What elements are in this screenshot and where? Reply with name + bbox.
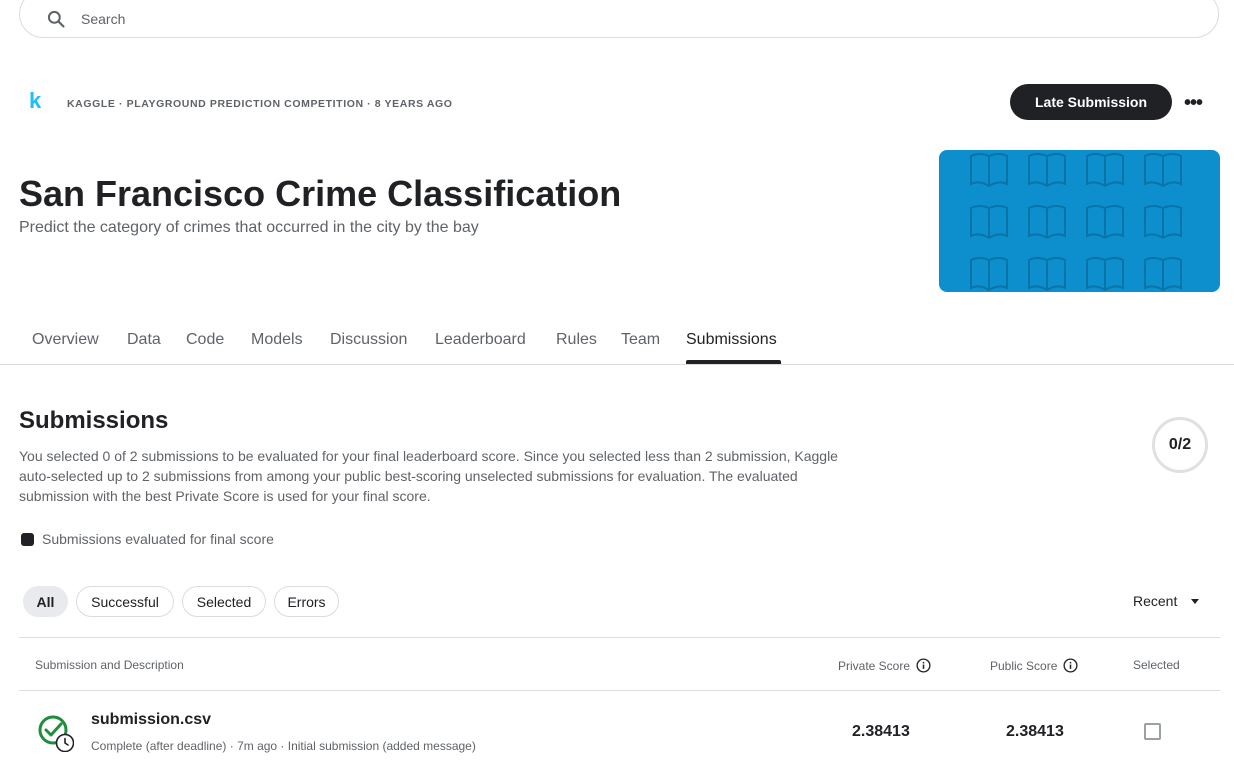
tab-bar: Overview Data Code Models Discussion Lea…: [0, 320, 1234, 365]
filter-all[interactable]: All: [23, 586, 68, 617]
competition-meta: KAGGLE · PLAYGROUND PREDICTION COMPETITI…: [67, 98, 453, 110]
info-icon[interactable]: [1063, 658, 1078, 673]
tab-code[interactable]: Code: [186, 331, 224, 349]
more-options-icon[interactable]: •••: [1184, 92, 1203, 115]
tab-rules[interactable]: Rules: [556, 331, 597, 349]
info-icon[interactable]: [916, 658, 931, 673]
tab-overview[interactable]: Overview: [32, 331, 99, 349]
submission-description: Complete (after deadline) · 7m ago · Ini…: [91, 739, 476, 753]
search-bar[interactable]: Search: [19, 0, 1219, 38]
caret-down-icon: [1191, 598, 1200, 604]
search-icon: [47, 10, 65, 28]
sort-label: Recent: [1133, 593, 1178, 609]
legend: Submissions evaluated for final score: [21, 531, 274, 547]
private-score: 2.38413: [852, 723, 910, 740]
col-private-score: Private Score: [838, 658, 931, 673]
tab-discussion[interactable]: Discussion: [330, 331, 407, 349]
tab-submissions[interactable]: Submissions: [686, 331, 777, 349]
submissions-heading: Submissions: [19, 407, 169, 434]
submission-filename[interactable]: submission.csv: [91, 711, 211, 729]
page-subtitle: Predict the category of crimes that occu…: [19, 219, 479, 236]
filter-errors[interactable]: Errors: [274, 586, 339, 617]
table-row: submission.csv Complete (after deadline)…: [19, 691, 1220, 777]
book-pattern-icon: [970, 153, 1182, 291]
tab-leaderboard[interactable]: Leaderboard: [435, 331, 526, 349]
col-selected: Selected: [1133, 658, 1180, 672]
selection-counter: 0/2: [1152, 417, 1208, 473]
public-score: 2.38413: [1006, 723, 1064, 740]
sort-dropdown[interactable]: Recent: [1133, 593, 1200, 609]
submissions-description: You selected 0 of 2 submissions to be ev…: [19, 448, 838, 504]
tab-models[interactable]: Models: [251, 331, 303, 349]
col-public-score-label: Public Score: [990, 658, 1058, 673]
table-header: Submission and Description Private Score…: [19, 637, 1220, 691]
filter-successful[interactable]: Successful: [76, 586, 174, 617]
competition-banner: [939, 150, 1220, 292]
late-submission-button[interactable]: Late Submission: [1010, 84, 1172, 120]
select-checkbox[interactable]: [1144, 723, 1161, 740]
kaggle-logo[interactable]: k: [29, 88, 41, 114]
legend-label: Submissions evaluated for final score: [42, 531, 274, 547]
col-submission: Submission and Description: [35, 658, 184, 672]
filter-selected[interactable]: Selected: [182, 586, 266, 617]
active-tab-indicator: [686, 360, 781, 364]
col-public-score: Public Score: [990, 658, 1078, 673]
legend-swatch: [21, 532, 34, 546]
complete-late-icon: [38, 715, 74, 752]
search-input[interactable]: Search: [81, 11, 125, 27]
page-title: San Francisco Crime Classification: [19, 173, 622, 214]
tab-data[interactable]: Data: [127, 331, 161, 349]
col-private-score-label: Private Score: [838, 658, 911, 673]
tab-team[interactable]: Team: [621, 331, 660, 349]
